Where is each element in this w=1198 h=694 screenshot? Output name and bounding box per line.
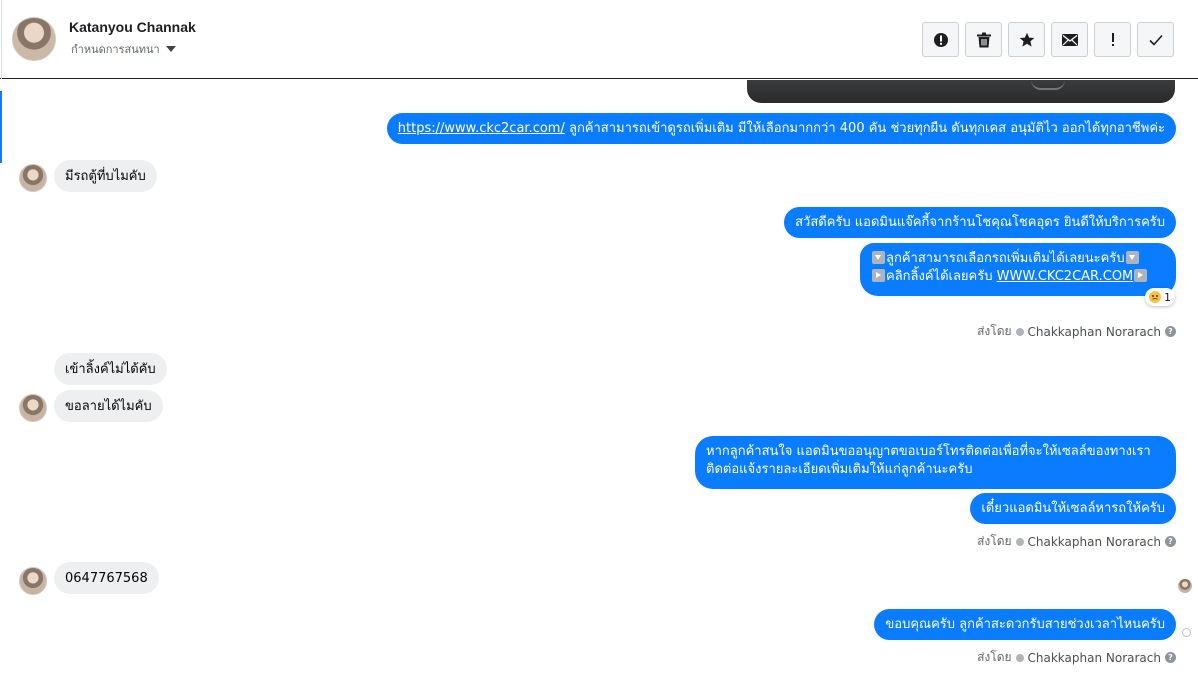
help-icon[interactable]: ? [1165, 536, 1176, 547]
message-text: มีรถตู้ที่บไมคับ [65, 169, 146, 184]
mark-done-button[interactable] [1137, 22, 1174, 57]
verified-icon [1015, 653, 1024, 662]
outgoing-message[interactable]: ขอบคุณครับ ลูกค้าสะดวกรับสายช่วงเวลาไหนค… [874, 609, 1176, 640]
help-icon[interactable]: ? [1165, 652, 1176, 663]
delivered-icon [1182, 628, 1191, 637]
message-text: ขอลายได้ไมคับ [65, 399, 152, 414]
caret-down-icon [165, 46, 176, 52]
message-text: 0647767568 [65, 571, 148, 586]
play-emoji-icon [872, 269, 885, 282]
sent-by-prefix: ส่งโดย [977, 534, 1012, 548]
outgoing-message[interactable]: เดี๋ยวแอดมินให้เซลล์หารถให้ครับ [970, 493, 1176, 524]
delete-button[interactable] [965, 22, 1002, 57]
contact-avatar[interactable] [19, 164, 47, 192]
message-link[interactable]: https://www.ckc2car.com/ [398, 121, 565, 136]
message-text: เข้าลิ้งค์ไม่ได้คับ [65, 362, 156, 377]
sent-by-prefix: ส่งโดย [977, 324, 1012, 338]
sent-image-attachment[interactable] [747, 80, 1175, 103]
outgoing-message[interactable]: สวัสดีครับ แอดมินแจ๊คกี้จากร้านโชคุณโชคอ… [784, 207, 1176, 238]
contact-avatar[interactable] [19, 394, 47, 422]
star-button[interactable] [1008, 22, 1045, 57]
assign-label: กำหนดการสนทนา [71, 43, 160, 56]
avatar[interactable] [12, 17, 56, 61]
message-text: สวัสดีครับ แอดมินแจ๊คกี้จากร้านโชคุณโชคอ… [795, 215, 1165, 230]
image-detail [1031, 80, 1065, 90]
star-icon [1019, 32, 1034, 47]
outgoing-message[interactable]: ลูกค้าสามารถเลือกรถเพิ่มเติมได้เลยนะครับ… [860, 243, 1176, 296]
exclamation-icon [1111, 32, 1114, 46]
check-icon [1148, 34, 1163, 46]
mark-unread-button[interactable] [1051, 22, 1088, 57]
alert-circle-icon [933, 32, 948, 47]
sad-face-icon [1149, 291, 1161, 303]
message-text: ขอบคุณครับ ลูกค้าสะดวกรับสายช่วงเวลาไหนค… [885, 617, 1165, 632]
outgoing-message[interactable]: https://www.ckc2car.com/ ลูกค้าสามารถเข้… [386, 113, 1176, 144]
sent-by-label: ส่งโดย Chakkaphan Norarach ? [977, 532, 1176, 551]
verified-icon [1015, 327, 1024, 336]
conversation-header: Katanyou Channak กำหนดการสนทนา [0, 0, 1198, 79]
message-text: คลิกลิ้งค์ได้เลยครับ [886, 269, 997, 284]
seen-indicator-avatar [1178, 579, 1192, 593]
envelope-icon [1061, 33, 1078, 46]
outgoing-message[interactable]: หากลูกค้าสนใจ แอดมินขออนุญาตขอเบอร์โทรติ… [695, 436, 1176, 489]
sent-by-prefix: ส่งโดย [977, 650, 1012, 664]
contact-avatar[interactable] [19, 567, 47, 595]
message-reaction[interactable]: 1 [1145, 288, 1175, 306]
agent-name[interactable]: Chakkaphan Norarach [1028, 535, 1161, 549]
help-icon[interactable]: ? [1165, 326, 1176, 337]
reaction-count: 1 [1164, 290, 1171, 304]
play-emoji-icon [1134, 269, 1148, 282]
spam-button[interactable] [922, 22, 959, 57]
follow-up-button[interactable] [1094, 22, 1131, 57]
message-text: หากลูกค้าสนใจ แอดมินขออนุญาตขอเบอร์โทรติ… [706, 444, 1151, 459]
incoming-message[interactable]: ขอลายได้ไมคับ [54, 390, 163, 422]
agent-name[interactable]: Chakkaphan Norarach [1028, 651, 1161, 665]
message-text: ลูกค้าสามารถเลือกรถเพิ่มเติมได้เลยนะครับ [886, 251, 1125, 266]
down-arrow-emoji-icon [872, 251, 885, 264]
sent-by-label: ส่งโดย Chakkaphan Norarach ? [977, 648, 1176, 667]
message-link[interactable]: WWW.CKC2CAR.COM [997, 269, 1134, 284]
message-text: ติดต่อแจ้งรายละเอียดเพิ่มเติมให้แก่ลูกค้… [706, 462, 973, 477]
divider [1, 0, 2, 79]
verified-icon [1015, 537, 1024, 546]
contact-name[interactable]: Katanyou Channak [69, 19, 196, 35]
incoming-message[interactable]: มีรถตู้ที่บไมคับ [54, 160, 157, 192]
down-arrow-emoji-icon [1125, 251, 1139, 264]
message-text: ลูกค้าสามารถเข้าดูรถเพิ่มเติม มีให้เลือก… [564, 121, 1165, 136]
assign-dropdown[interactable]: กำหนดการสนทนา [71, 40, 176, 58]
agent-name[interactable]: Chakkaphan Norarach [1028, 325, 1161, 339]
message-text: เดี๋ยวแอดมินให้เซลล์หารถให้ครับ [981, 501, 1165, 516]
sent-by-label: ส่งโดย Chakkaphan Norarach ? [977, 322, 1176, 341]
incoming-message[interactable]: 0647767568 [54, 562, 159, 594]
trash-icon [976, 32, 991, 47]
active-conversation-indicator [0, 91, 2, 163]
incoming-message[interactable]: เข้าลิ้งค์ไม่ได้คับ [54, 353, 167, 385]
conversation-toolbar [922, 22, 1174, 57]
